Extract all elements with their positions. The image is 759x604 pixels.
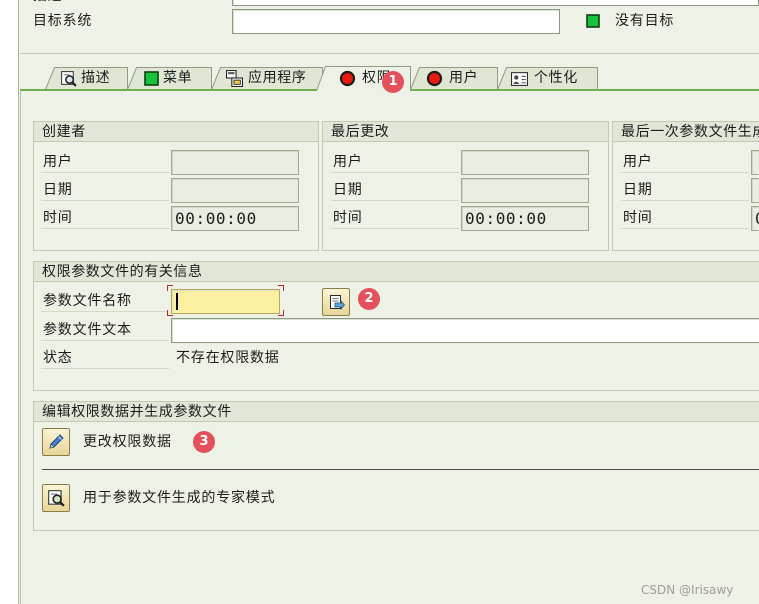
group-edit-generate: 编辑权限数据并生成参数文件 更改权限数据 用于参数文件生成的专家模式 (33, 401, 759, 531)
generated-time-field: 00:00:00 (751, 206, 759, 231)
pencil-icon (47, 433, 65, 451)
changed-user-field (461, 150, 589, 175)
profile-text-field[interactable] (171, 318, 759, 343)
header-panel: 描述 目标系统 没有目标 (20, 0, 759, 54)
profile-status-label: 状态 (41, 347, 169, 369)
application-icon (226, 70, 243, 87)
red-status-icon (339, 70, 356, 87)
tab-label-description: 描述 (81, 70, 111, 86)
tab-label-applications: 应用程序 (248, 70, 307, 86)
created-time-label: 时间 (41, 207, 169, 229)
created-date-label: 日期 (41, 179, 169, 201)
tab-label-menu: 菜单 (163, 70, 193, 86)
tab-menu[interactable]: 菜单 (126, 67, 212, 90)
text-caret (176, 293, 178, 310)
changed-date-field (461, 178, 589, 203)
changed-time-field: 00:00:00 (461, 206, 589, 231)
target-status-text: 没有目标 (615, 13, 675, 29)
step-badge-1: 1 (382, 71, 404, 93)
generated-user-label: 用户 (621, 151, 749, 173)
step-badge-3: 3 (193, 431, 215, 453)
generated-user-field (751, 150, 759, 175)
group-last-changed: 最后更改 用户 日期 时间 00:00:00 (322, 121, 609, 251)
tab-label-users: 用户 (449, 70, 479, 86)
changed-user-label: 用户 (331, 151, 459, 173)
created-time-field: 00:00:00 (171, 206, 299, 231)
profile-name-field-wrapper (171, 289, 280, 314)
description-label: 描述 (33, 0, 63, 6)
separator-line (42, 469, 759, 470)
group-title: 最后更改 (323, 122, 608, 142)
profile-name-field[interactable] (171, 289, 280, 314)
created-user-field (171, 150, 299, 175)
propose-profile-name-button[interactable] (322, 288, 350, 316)
profile-name-label: 参数文件名称 (41, 290, 169, 312)
green-status-icon (586, 14, 600, 32)
description-icon (60, 70, 77, 87)
generated-date-field (751, 178, 759, 203)
group-title: 最后一次参数文件生成 (613, 122, 759, 142)
created-date-field (171, 178, 299, 203)
tab-users[interactable]: 用户 (409, 67, 498, 90)
expert-mode-icon (47, 489, 65, 507)
profile-text-label: 参数文件文本 (41, 319, 169, 341)
group-title: 编辑权限数据并生成参数文件 (34, 402, 759, 422)
profile-status-value: 不存在权限数据 (176, 350, 280, 366)
group-title: 创建者 (34, 122, 318, 142)
change-authorization-data-button[interactable] (42, 428, 70, 456)
group-title: 权限参数文件的有关信息 (34, 262, 759, 282)
tab-description[interactable]: 描述 (44, 67, 128, 90)
generated-time-label: 时间 (621, 207, 749, 229)
tab-personalization[interactable]: 个性化 (496, 67, 598, 90)
personalization-icon (511, 70, 528, 87)
green-status-icon (143, 70, 160, 87)
created-user-label: 用户 (41, 151, 169, 173)
expert-mode-label[interactable]: 用于参数文件生成的专家模式 (83, 487, 275, 509)
tab-applications[interactable]: 应用程序 (210, 67, 323, 90)
group-created-by: 创建者 用户 日期 时间 00:00:00 (33, 121, 319, 251)
propose-name-icon (327, 293, 345, 311)
changed-date-label: 日期 (331, 179, 459, 201)
expert-mode-button[interactable] (42, 484, 70, 512)
group-profile-info: 权限参数文件的有关信息 参数文件名称 参数文件文本 状态 不存在权限数据 (33, 261, 759, 391)
target-system-label: 目标系统 (33, 13, 93, 29)
watermark: CSDN @Irisawy (641, 583, 734, 597)
group-last-generated: 最后一次参数文件生成 用户 日期 时间 00:00:00 (612, 121, 759, 251)
red-status-icon (426, 70, 443, 87)
description-field[interactable] (232, 0, 759, 6)
change-authorization-data-label[interactable]: 更改权限数据 (83, 431, 172, 453)
generated-date-label: 日期 (621, 179, 749, 201)
tab-label-personalization: 个性化 (534, 70, 578, 86)
changed-time-label: 时间 (331, 207, 459, 229)
target-system-field[interactable] (232, 9, 560, 34)
step-badge-2: 2 (358, 288, 380, 310)
